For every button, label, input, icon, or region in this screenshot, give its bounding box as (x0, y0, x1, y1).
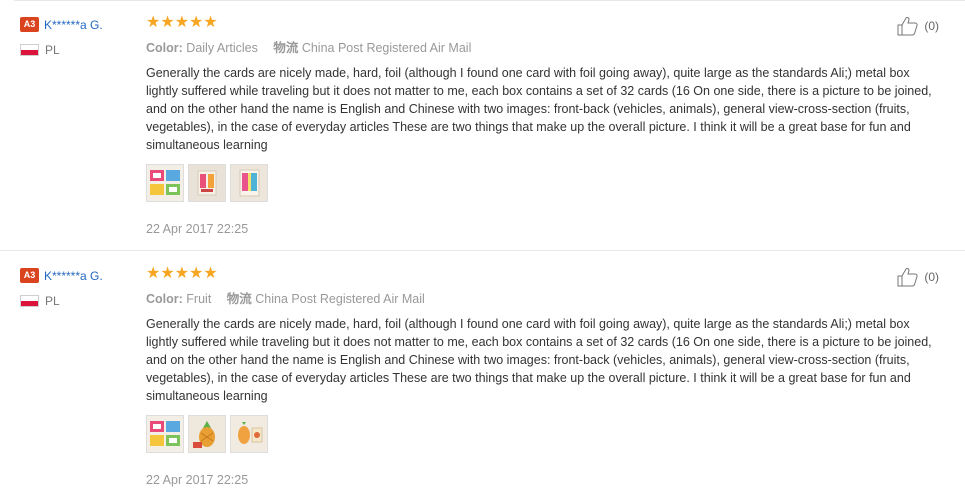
helpful-count: (0) (924, 19, 939, 33)
star-rating: ★★★★★ (146, 14, 218, 31)
review-date: 22 Apr 2017 22:25 (146, 473, 249, 487)
reviewer-name[interactable]: K******a G. (44, 269, 103, 283)
clothes-card-photo-thumbnail[interactable] (188, 164, 226, 202)
helpful-button[interactable]: (0) (897, 267, 939, 287)
thumbs-up-icon (897, 17, 922, 36)
color-label: Color: (146, 41, 183, 55)
window-card-photo-thumbnail[interactable] (230, 164, 268, 202)
review-text: Generally the cards are nicely made, har… (146, 317, 932, 403)
shipping-value: China Post Registered Air Mail (255, 292, 425, 306)
card-box-photo-thumbnail[interactable] (146, 415, 184, 453)
review-item: A3 K******a G. PL ★★★★★ Color: Daily Arti… (0, 0, 965, 249)
shipping-label: 物流 (273, 41, 299, 55)
reviewer-info: A3 K******a G. PL (20, 16, 138, 57)
card-box-photo-thumbnail[interactable] (146, 164, 184, 202)
reviewer-name[interactable]: K******a G. (44, 18, 103, 32)
thumbs-up-icon (897, 268, 922, 287)
reviewer-info: A3 K******a G. PL (20, 267, 138, 308)
shipping-value: China Post Registered Air Mail (301, 41, 472, 55)
review-item: A3 K******a G. PL ★★★★★ Color: Fruit 物流 C… (0, 250, 965, 496)
color-label: Color: (146, 292, 183, 306)
review-body: ★★★★★ Color: Daily Articles 物流 China Pos… (146, 14, 946, 236)
review-text: Generally the cards are nicely made, har… (146, 66, 932, 152)
buyer-level-badge: A3 (20, 17, 39, 33)
helpful-count: (0) (924, 270, 939, 284)
review-body: ★★★★★ Color: Fruit 物流 China Post Registe… (146, 265, 946, 487)
color-value: Daily Articles (186, 41, 258, 55)
star-rating: ★★★★★ (146, 265, 218, 282)
helpful-button[interactable]: (0) (897, 16, 939, 36)
review-photos (146, 415, 946, 455)
reviewer-country: PL (45, 42, 60, 57)
fruit-card-photo-thumbnail[interactable] (230, 415, 268, 453)
order-info: Color: Fruit 物流 China Post Registered Ai… (146, 288, 946, 307)
poland-flag-icon (20, 294, 39, 307)
review-date: 22 Apr 2017 22:25 (146, 222, 249, 236)
color-value: Fruit (186, 292, 212, 306)
shipping-label: 物流 (226, 292, 252, 306)
review-photos (146, 164, 946, 204)
poland-flag-icon (20, 43, 39, 56)
buyer-level-badge: A3 (20, 268, 39, 284)
reviewer-country: PL (45, 293, 60, 308)
pineapple-card-photo-thumbnail[interactable] (188, 415, 226, 453)
order-info: Color: Daily Articles 物流 China Post Regi… (146, 37, 946, 56)
